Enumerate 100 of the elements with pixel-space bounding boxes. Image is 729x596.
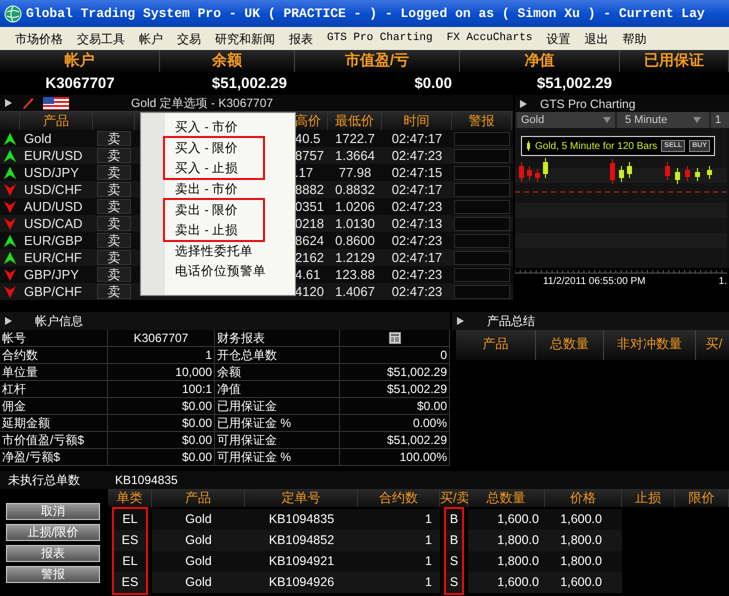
menu-item[interactable]: 设置 — [539, 30, 578, 48]
alert-field[interactable] — [454, 148, 510, 162]
menu-item[interactable]: 买入 - 限价 — [165, 138, 263, 158]
candlestick — [527, 166, 532, 180]
table-cell: 1,800.0 — [468, 551, 545, 572]
expand-icon[interactable] — [456, 316, 465, 326]
dropdown[interactable]: 1 — [711, 112, 729, 128]
sell-button[interactable]: 卖 — [97, 267, 131, 282]
table-cell: KB1094852 — [245, 530, 358, 551]
column-header: 买/ — [696, 330, 729, 360]
candle-icon — [526, 141, 531, 151]
table-cell-text: 02:47:23 — [390, 282, 444, 301]
caret-icon[interactable] — [693, 117, 701, 123]
table-cell-text: 0218 — [295, 214, 325, 233]
action-button[interactable]: 警报 — [6, 566, 100, 583]
time-label: 1. — [718, 275, 727, 289]
alert-field[interactable] — [454, 268, 510, 282]
alert-field[interactable] — [454, 216, 510, 230]
menu-item[interactable]: GTS Pro Charting — [320, 30, 440, 47]
table-cell: KB1094835 — [245, 509, 358, 530]
candlestick — [685, 166, 690, 182]
menu-item[interactable]: 退出 — [577, 30, 616, 48]
table-cell-text: EUR/USD — [23, 146, 84, 165]
action-button[interactable]: 取消 — [6, 503, 100, 520]
column-header: 单类 — [108, 489, 152, 507]
table-cell: 可用保证金 % — [215, 449, 340, 466]
column-header: 价格 — [545, 489, 622, 507]
column-header: 止损 — [622, 489, 675, 507]
menu-item[interactable]: 卖出 - 市价 — [141, 179, 295, 199]
table-cell-text: 0.8600 — [334, 232, 376, 250]
menu-item[interactable]: 电话价位预警单 — [141, 261, 295, 281]
table-cell-text: 4120 — [295, 282, 325, 301]
sell-button[interactable]: 卖 — [97, 165, 131, 180]
sell-button[interactable]: 卖 — [97, 284, 131, 299]
alert-field[interactable] — [454, 182, 510, 196]
menu-item[interactable]: 交易 — [170, 30, 208, 48]
expand-icon[interactable] — [4, 98, 13, 108]
symbol-dropdown[interactable]: Gold — [517, 112, 615, 128]
table-cell-text: 02:47:23 — [390, 146, 444, 165]
sell-button[interactable]: 卖 — [97, 148, 131, 163]
table-cell: Gold — [152, 551, 245, 572]
table-cell: 100.00% — [340, 449, 450, 466]
table-cell: 1,600.0 — [545, 509, 622, 530]
flag-icon[interactable] — [43, 96, 69, 110]
legend-text: Gold, 5 Minute for 120 Bars — [535, 140, 658, 154]
sell-button[interactable]: 卖 — [97, 250, 131, 265]
table-cell: 1 — [358, 551, 440, 572]
menu-item[interactable]: FX AccuCharts — [440, 30, 540, 47]
alert-field[interactable] — [454, 234, 510, 248]
alert-field[interactable] — [454, 132, 510, 146]
table-cell-text: 2162 — [295, 248, 325, 267]
globe-icon — [4, 4, 22, 22]
caret-icon[interactable] — [603, 117, 611, 123]
table-cell-text: Gold — [23, 130, 52, 148]
menu-item[interactable]: 卖出 - 止损 — [165, 220, 263, 240]
alert-field[interactable] — [454, 166, 510, 180]
menu-item[interactable]: 买入 - 止损 — [165, 158, 263, 178]
table-cell-text: 02:47:17 — [390, 130, 444, 148]
menu-item[interactable]: 选择性委托单 — [141, 241, 295, 261]
sell-button[interactable]: 卖 — [97, 233, 131, 248]
action-button[interactable]: 止损/限价 — [6, 524, 100, 541]
table-cell-text: 02:47:17 — [390, 248, 444, 267]
alert-field[interactable] — [454, 284, 510, 298]
interval-dropdown[interactable]: 5 Minute — [617, 112, 709, 128]
table-cell-text: 8624 — [295, 232, 325, 250]
expand-icon[interactable] — [4, 316, 13, 326]
menu-item[interactable]: 市场价格 — [8, 30, 70, 48]
sell-button[interactable]: 卖 — [97, 131, 131, 146]
alert-field[interactable] — [454, 250, 510, 264]
action-button[interactable]: 报表 — [6, 545, 100, 562]
table-cell: ES — [114, 530, 146, 551]
menu-item[interactable]: 买入 - 市价 — [141, 117, 295, 137]
sell-button[interactable]: 卖 — [97, 182, 131, 197]
menu-item[interactable]: 交易工具 — [70, 30, 132, 48]
table-cell: EL — [114, 551, 146, 572]
table-cell-text: EUR/CHF — [23, 248, 83, 267]
menu-item[interactable]: 卖出 - 限价 — [165, 200, 263, 220]
menu-item[interactable]: 帮助 — [615, 30, 654, 48]
table-cell-text: 02:47:13 — [390, 214, 444, 233]
candlestick — [543, 158, 548, 178]
table-cell: S — [446, 572, 462, 593]
table-cell-text: GBP/CHF — [23, 282, 83, 301]
table-cell: 1,600.0 — [545, 572, 622, 593]
menu-item[interactable]: 报表 — [282, 30, 320, 48]
menu-item[interactable]: 帐户 — [132, 30, 170, 48]
sell-button[interactable]: 卖 — [97, 216, 131, 231]
column-header: 产品 — [456, 330, 536, 360]
panel-title: GTS Pro Charting — [540, 96, 636, 112]
table-cell-text: 02:47:23 — [390, 232, 444, 250]
time-label: 11/2/2011 06:55:00 PM — [543, 275, 646, 289]
table-cell: 1,800.0 — [468, 530, 545, 551]
table-cell-text: USD/CAD — [23, 214, 84, 233]
alert-field[interactable] — [454, 200, 510, 214]
sell-button[interactable]: 卖 — [97, 199, 131, 214]
column-header: 合约数 — [358, 489, 440, 507]
table-cell: 1 — [358, 530, 440, 551]
expand-icon[interactable] — [519, 98, 528, 108]
menu-item[interactable]: 研究和新闻 — [208, 30, 282, 48]
report-icon[interactable] — [388, 332, 400, 344]
window-title: Global Trading System Pro - UK ( PRACTICE - ) - Logged on as ( Simon Xu ) - Current Lay — [26, 4, 705, 23]
